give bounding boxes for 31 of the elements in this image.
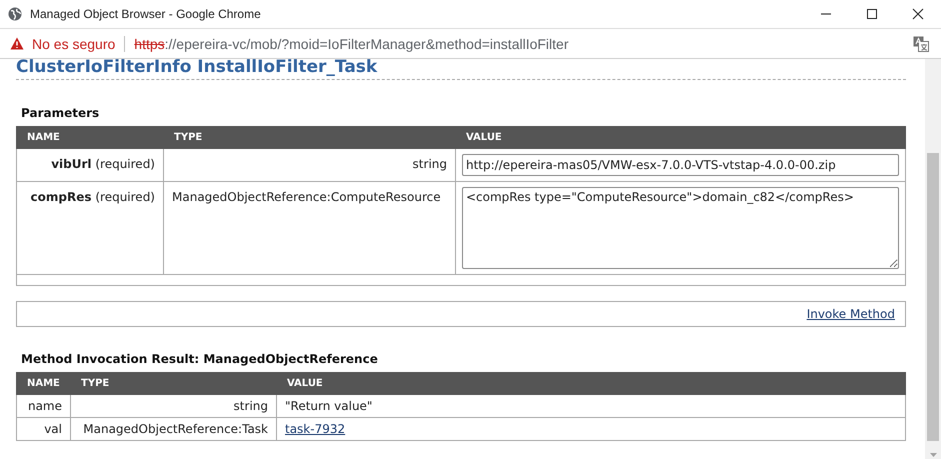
globe-icon xyxy=(8,7,22,21)
value-cell: "Return value" xyxy=(276,394,906,418)
column-header: TYPE xyxy=(70,372,276,394)
column-header: VALUE xyxy=(276,372,906,394)
translate-icon[interactable] xyxy=(913,36,929,52)
value-link[interactable]: task-7932 xyxy=(285,422,346,436)
value-field[interactable]: <compRes type="ComputeResource">domain_c82</compRes> xyxy=(462,187,899,269)
window-title: Managed Object Browser - Google Chrome xyxy=(30,7,262,21)
parameter-name: vibUrl (required) xyxy=(16,148,164,182)
maximize-icon[interactable] xyxy=(866,8,878,20)
warning-icon xyxy=(10,37,24,50)
parameter-name: name xyxy=(16,394,70,418)
parameter-name: compRes (required) xyxy=(16,182,164,274)
scrollbar[interactable] xyxy=(925,59,941,459)
section-title: Parameters xyxy=(20,106,100,122)
column-header: NAME xyxy=(16,372,70,394)
parameter-name: val xyxy=(16,418,70,440)
url-field[interactable]: https://epereira-vc/mob/?moid=IoFilterManager&method=installIoFilter xyxy=(134,36,913,52)
type-cell: string xyxy=(164,148,456,182)
column-header: VALUE xyxy=(456,126,906,148)
type-cell: string xyxy=(70,394,276,418)
column-header: TYPE xyxy=(164,126,456,148)
type-cell: ManagedObjectReference:Task xyxy=(70,418,276,440)
type-cell: ManagedObjectReference:ComputeResource xyxy=(164,182,456,274)
page-heading: ClusterIoFilterInfo InstallIoFilter_Task xyxy=(16,59,906,80)
column-header: NAME xyxy=(16,126,164,148)
security-label[interactable]: No es seguro xyxy=(32,36,116,52)
section-title: Method Invocation Result: ManagedObjectReference xyxy=(20,352,379,368)
invoke-method-link[interactable]: Invoke Method xyxy=(806,307,895,321)
value-field[interactable]: http://epereira-mas05/VMW-esx-7.0.0-VTS-vtstap-4.0.0-00.zip xyxy=(462,154,899,176)
close-icon[interactable] xyxy=(912,8,924,20)
